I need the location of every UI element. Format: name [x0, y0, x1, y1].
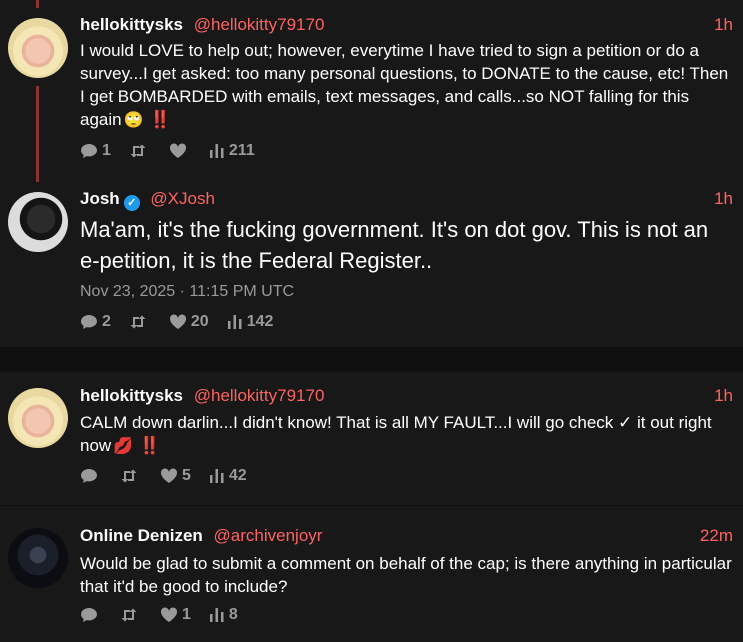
like-button[interactable]: [169, 143, 191, 159]
reply-button[interactable]: 2: [80, 313, 111, 331]
retweet-icon: [121, 608, 137, 622]
reply-button[interactable]: [80, 607, 102, 623]
reply-card: hellokittysks @hellokitty79170 1h CALM d…: [0, 372, 743, 505]
tweet-text-content: I would LOVE to help out; however, every…: [80, 41, 729, 129]
retweet-icon: [130, 315, 146, 329]
reply-icon: [81, 469, 97, 483]
tweet-header: Josh ✓ @XJosh 1h: [80, 188, 733, 211]
tweet-3[interactable]: hellokittysks @hellokitty79170 1h CALM d…: [0, 372, 743, 505]
tweet-time[interactable]: 1h: [714, 385, 733, 407]
display-name[interactable]: Online Denizen: [80, 526, 203, 545]
tweet-text: CALM down darlin...I didn't know! That i…: [80, 411, 733, 458]
tweet-stats: 1 8: [80, 605, 238, 625]
reply-button[interactable]: [80, 468, 102, 484]
retweet-button[interactable]: [120, 469, 142, 483]
views-button[interactable]: 211: [209, 142, 255, 160]
user-handle[interactable]: @hellokitty79170: [194, 15, 325, 34]
reply-icon: [81, 315, 97, 329]
views-count: 42: [228, 467, 247, 484]
tweet-header: hellokittysks @hellokitty79170 1h: [80, 385, 733, 407]
tweet-header: Online Denizen @archivenjoyr 22m: [80, 525, 733, 547]
emoji: 💋: [113, 438, 134, 455]
like-count: 5: [182, 467, 191, 484]
views-count: 142: [246, 313, 274, 330]
retweet-icon: [121, 469, 137, 483]
like-button[interactable]: 5: [160, 467, 191, 485]
views-button[interactable]: 8: [209, 606, 238, 624]
like-count: 20: [190, 313, 209, 330]
reply-count: 2: [102, 313, 111, 330]
like-icon: [169, 143, 186, 158]
like-count: 1: [182, 606, 191, 623]
retweet-button[interactable]: [120, 608, 142, 622]
verified-icon: ✓: [123, 195, 140, 211]
tweet-time[interactable]: 1h: [714, 188, 733, 210]
display-name[interactable]: hellokittysks: [80, 386, 183, 405]
tweet-stats: 2 20 142: [80, 312, 273, 332]
avatar[interactable]: [8, 528, 68, 588]
retweet-icon: [130, 144, 146, 158]
tweet-text: I would LOVE to help out; however, every…: [80, 39, 733, 132]
thread-card: hellokittysks @hellokitty79170 1h I woul…: [0, 0, 743, 347]
avatar[interactable]: [8, 388, 68, 448]
tweet-2[interactable]: Josh ✓ @XJosh 1h Ma'am, it's the fucking …: [0, 180, 743, 347]
emoji: 🙄: [123, 112, 144, 129]
like-button[interactable]: 20: [169, 313, 209, 331]
display-name[interactable]: Josh: [80, 189, 120, 208]
views-icon: [209, 144, 224, 158]
views-button[interactable]: 142: [227, 313, 274, 331]
tweet-4[interactable]: Online Denizen @archivenjoyr 22m Would b…: [0, 506, 743, 642]
tweet-time[interactable]: 1h: [714, 14, 733, 36]
like-icon: [169, 314, 186, 329]
like-icon: [160, 468, 178, 483]
views-icon: [209, 469, 224, 483]
retweet-button[interactable]: [129, 315, 151, 329]
user-handle[interactable]: @hellokitty79170: [194, 386, 325, 405]
reply-button[interactable]: 1: [80, 142, 111, 160]
user-handle[interactable]: @XJosh: [150, 189, 215, 208]
tweet-1[interactable]: hellokittysks @hellokitty79170 1h I woul…: [0, 0, 743, 180]
avatar[interactable]: [8, 192, 68, 252]
views-count: 8: [228, 606, 238, 623]
tweet-text-content: CALM down darlin...I didn't know! That i…: [80, 413, 712, 455]
like-icon: [160, 607, 178, 622]
tweet-text: Would be glad to submit a comment on beh…: [80, 554, 732, 596]
reply-icon: [81, 608, 97, 622]
avatar[interactable]: [8, 18, 68, 78]
tweet-stats: 1 211: [80, 141, 255, 161]
alarm-emoji: ‼️: [149, 110, 171, 129]
conversation-feed: hellokittysks @hellokitty79170 1h I woul…: [0, 0, 743, 642]
like-button[interactable]: 1: [160, 606, 191, 624]
user-handle[interactable]: @archivenjoyr: [214, 526, 323, 545]
tweet-stats: 5 42: [80, 466, 247, 486]
reply-count: 1: [102, 142, 111, 159]
display-name[interactable]: hellokittysks: [80, 15, 183, 34]
alarm-emoji: ‼️: [139, 436, 161, 455]
reply-card: Online Denizen @archivenjoyr 22m Would b…: [0, 506, 743, 642]
views-button[interactable]: 42: [209, 467, 247, 485]
reply-icon: [81, 144, 97, 158]
retweet-button[interactable]: [129, 144, 151, 158]
tweet-timestamp[interactable]: Nov 23, 2025 · 11:15 PM UTC: [80, 283, 294, 301]
views-icon: [227, 315, 242, 329]
tweet-time[interactable]: 22m: [700, 525, 733, 547]
tweet-text: Ma'am, it's the fucking government. It's…: [80, 217, 709, 273]
views-count: 211: [228, 142, 255, 159]
tweet-header: hellokittysks @hellokitty79170 1h: [80, 14, 733, 36]
views-icon: [209, 608, 224, 622]
